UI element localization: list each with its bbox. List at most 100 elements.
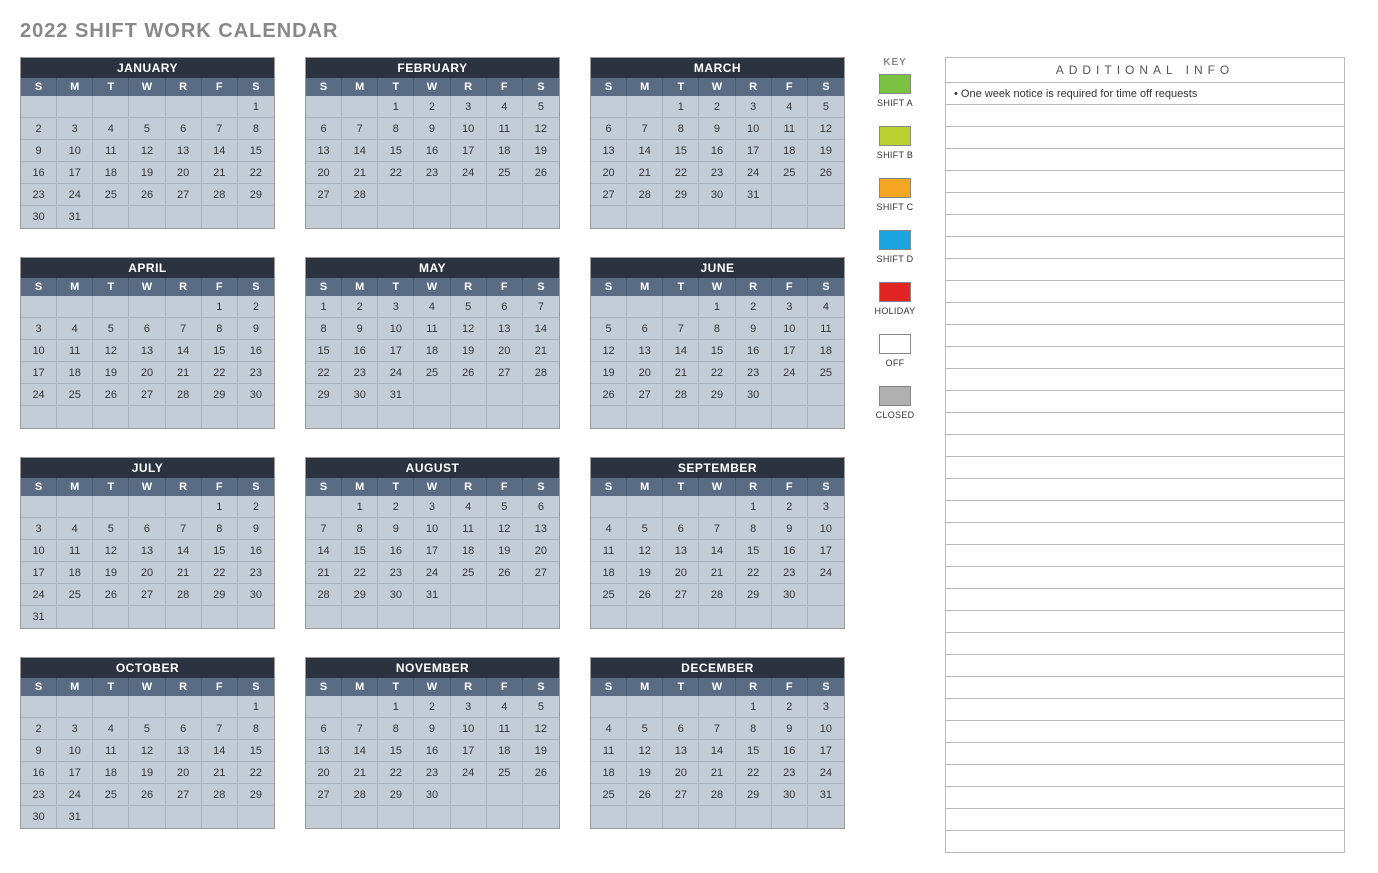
day-cell[interactable]: 10 [451,118,487,140]
day-cell[interactable]: 9 [736,318,772,340]
day-cell[interactable] [93,606,129,628]
day-cell[interactable]: 1 [306,296,342,318]
day-cell[interactable] [202,806,238,828]
day-cell[interactable]: 18 [57,362,93,384]
day-cell[interactable]: 5 [808,96,844,118]
day-cell[interactable]: 17 [21,362,57,384]
day-cell[interactable]: 8 [699,318,735,340]
day-cell[interactable]: 26 [93,384,129,406]
info-row[interactable] [946,457,1344,479]
day-cell[interactable] [342,806,378,828]
day-cell[interactable]: 29 [202,584,238,606]
day-cell[interactable]: 18 [414,340,450,362]
day-cell[interactable] [414,206,450,228]
day-cell[interactable] [591,406,627,428]
day-cell[interactable]: 14 [523,318,559,340]
day-cell[interactable] [487,184,523,206]
day-cell[interactable]: 14 [306,540,342,562]
day-cell[interactable] [523,406,559,428]
day-cell[interactable]: 20 [627,362,663,384]
day-cell[interactable]: 1 [202,496,238,518]
day-cell[interactable]: 15 [378,740,414,762]
day-cell[interactable] [129,96,165,118]
day-cell[interactable]: 5 [93,318,129,340]
day-cell[interactable]: 12 [523,118,559,140]
day-cell[interactable] [808,606,844,628]
day-cell[interactable]: 11 [487,718,523,740]
day-cell[interactable]: 15 [736,540,772,562]
day-cell[interactable] [808,406,844,428]
day-cell[interactable] [699,696,735,718]
day-cell[interactable]: 28 [699,584,735,606]
day-cell[interactable]: 30 [21,206,57,228]
day-cell[interactable] [57,96,93,118]
day-cell[interactable] [699,496,735,518]
day-cell[interactable]: 9 [238,518,274,540]
info-row[interactable] [946,237,1344,259]
day-cell[interactable]: 26 [591,384,627,406]
day-cell[interactable]: 2 [238,496,274,518]
day-cell[interactable]: 16 [736,340,772,362]
day-cell[interactable]: 19 [627,762,663,784]
day-cell[interactable]: 10 [772,318,808,340]
day-cell[interactable]: 19 [93,562,129,584]
day-cell[interactable]: 21 [306,562,342,584]
day-cell[interactable]: 24 [57,784,93,806]
day-cell[interactable]: 3 [451,96,487,118]
day-cell[interactable]: 28 [699,784,735,806]
day-cell[interactable]: 6 [306,118,342,140]
day-cell[interactable]: 19 [808,140,844,162]
day-cell[interactable]: 21 [627,162,663,184]
day-cell[interactable]: 9 [21,740,57,762]
day-cell[interactable] [736,206,772,228]
day-cell[interactable]: 17 [736,140,772,162]
day-cell[interactable]: 8 [238,118,274,140]
day-cell[interactable]: 9 [414,718,450,740]
day-cell[interactable]: 30 [772,584,808,606]
day-cell[interactable]: 29 [238,784,274,806]
day-cell[interactable]: 23 [772,762,808,784]
info-row[interactable] [946,303,1344,325]
day-cell[interactable]: 4 [57,518,93,540]
day-cell[interactable]: 16 [772,740,808,762]
day-cell[interactable]: 6 [627,318,663,340]
day-cell[interactable]: 5 [627,518,663,540]
day-cell[interactable]: 19 [523,740,559,762]
day-cell[interactable]: 2 [772,496,808,518]
day-cell[interactable]: 3 [808,496,844,518]
day-cell[interactable]: 28 [342,184,378,206]
day-cell[interactable]: 4 [93,718,129,740]
day-cell[interactable]: 11 [451,518,487,540]
day-cell[interactable]: 29 [306,384,342,406]
day-cell[interactable]: 22 [736,562,772,584]
day-cell[interactable]: 22 [699,362,735,384]
day-cell[interactable]: 30 [238,384,274,406]
day-cell[interactable] [523,806,559,828]
day-cell[interactable]: 22 [342,562,378,584]
day-cell[interactable] [523,606,559,628]
day-cell[interactable]: 17 [414,540,450,562]
day-cell[interactable] [808,206,844,228]
day-cell[interactable]: 23 [21,184,57,206]
day-cell[interactable]: 1 [736,496,772,518]
day-cell[interactable]: 22 [378,162,414,184]
day-cell[interactable]: 27 [523,562,559,584]
day-cell[interactable]: 18 [487,140,523,162]
day-cell[interactable]: 9 [378,518,414,540]
day-cell[interactable]: 6 [487,296,523,318]
day-cell[interactable]: 23 [699,162,735,184]
day-cell[interactable]: 8 [202,518,238,540]
info-row[interactable] [946,501,1344,523]
day-cell[interactable] [523,206,559,228]
day-cell[interactable]: 22 [306,362,342,384]
day-cell[interactable]: 19 [591,362,627,384]
day-cell[interactable]: 13 [166,740,202,762]
day-cell[interactable]: 5 [129,718,165,740]
day-cell[interactable]: 19 [523,140,559,162]
day-cell[interactable] [772,806,808,828]
day-cell[interactable]: 7 [306,518,342,540]
day-cell[interactable] [238,206,274,228]
day-cell[interactable] [808,384,844,406]
day-cell[interactable] [306,206,342,228]
info-row[interactable] [946,171,1344,193]
